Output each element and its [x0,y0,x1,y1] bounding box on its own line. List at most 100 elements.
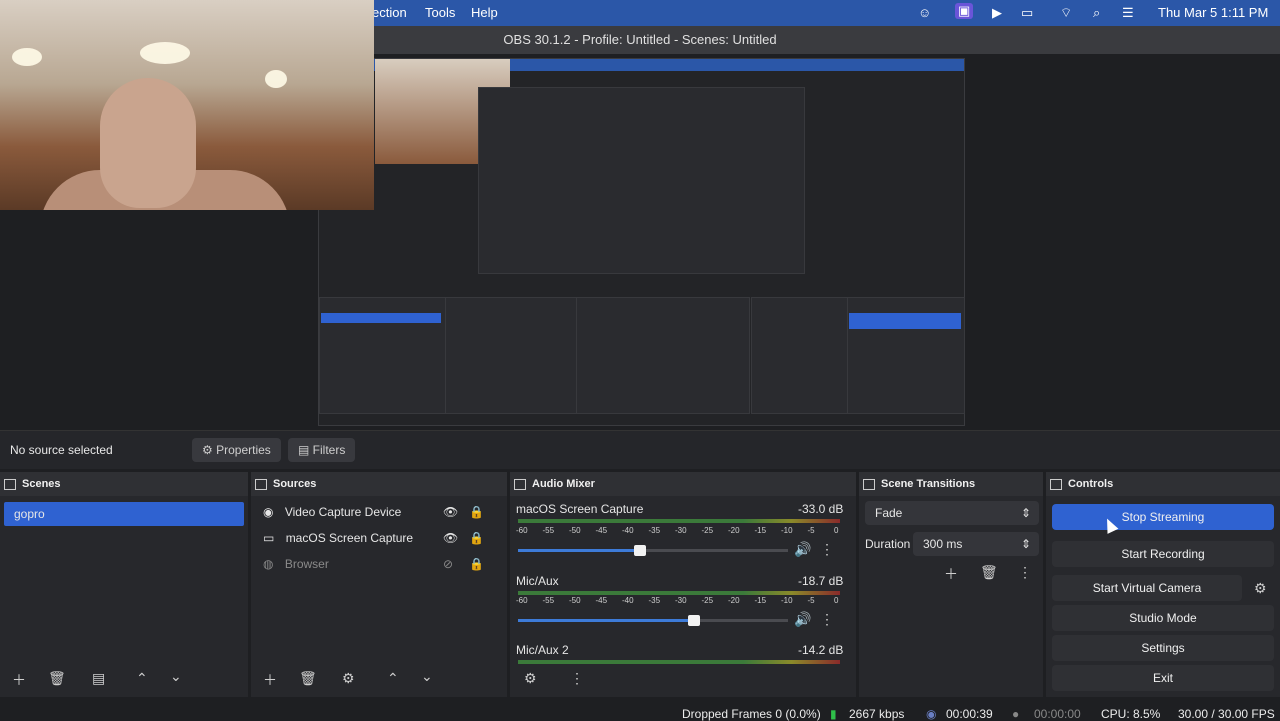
cpu-usage: CPU: 8.5% [1101,707,1161,721]
chevron-up-icon[interactable]: ⌃ [136,670,148,687]
play-icon[interactable]: ▶ [992,5,1002,21]
lock-icon[interactable]: 🔒 [469,531,484,545]
source-item[interactable]: ◉ Video Capture Device 👁 🔒 [263,505,498,519]
settings-button[interactable]: Settings [1052,635,1274,661]
speaker-icon[interactable]: 🔊 [794,611,811,628]
status-bar: Dropped Frames 0 (0.0%) ▮ 2667 kbps ◉ 00… [0,700,1280,721]
user-icon[interactable]: ☺ [918,5,931,20]
scale-tick: -40 [622,596,634,605]
level-meter [518,519,840,523]
scale-tick: -15 [754,596,767,605]
scene-label: gopro [14,507,45,521]
start-recording-button[interactable]: Start Recording [1052,541,1274,567]
duration-label: Duration [865,537,911,551]
gear-icon[interactable]: ⚙ [342,670,355,687]
level-meter [518,591,840,595]
bitrate: 2667 kbps [849,707,905,721]
sources-title: Sources [273,478,317,490]
scale-tick: -5 [807,596,815,605]
preview-nested-capture [318,58,965,426]
volume-slider[interactable] [518,615,788,626]
gear-icon[interactable]: ⚙ [1254,580,1267,597]
scale-tick: -30 [675,526,687,535]
add-icon[interactable]: ＋ [944,564,958,584]
control-center-icon[interactable]: ☰ [1122,5,1134,21]
filter-icon[interactable]: ▤ [92,670,105,687]
audio-mixer-dock: Audio Mixer macOS Screen Capture -33.0 d… [510,472,856,697]
more-icon[interactable]: ⋮ [820,541,834,558]
scale-tick: -45 [595,526,608,535]
scene-item-gopro[interactable]: gopro [4,502,244,526]
scale-tick: -20 [728,596,740,605]
channel-name: Mic/Aux [516,574,559,588]
scale-tick: -60 [516,596,528,605]
speaker-icon[interactable]: 🔊 [794,541,811,558]
scenes-dock: Scenes gopro ＋ 🗑 ▤ ⌃ ⌄ [0,472,248,697]
menu-item-help[interactable]: Help [471,5,498,20]
gear-icon[interactable]: ⚙ [524,670,537,687]
wifi-icon[interactable]: ⌔ [1060,5,1072,21]
controls-header: Controls [1046,472,1280,496]
nested-transitions [751,297,848,414]
source-label: Video Capture Device [284,505,402,519]
stream-time: 00:00:39 [946,707,993,721]
scale-tick: -60 [516,526,528,535]
more-icon[interactable]: ⋮ [1018,564,1032,581]
dock-icon [863,478,875,490]
chevron-down-icon[interactable]: ⌄ [170,668,182,685]
eye-hidden-icon[interactable]: ⊘ [443,557,453,571]
source-status: No source selected [10,443,113,457]
transitions-dock: Scene Transitions Fade ⇕ Duration 300 ms… [859,472,1043,697]
dock-icon [255,478,267,490]
more-icon[interactable]: ⋮ [820,611,834,628]
scale-tick: -20 [728,526,740,535]
chevron-up-icon[interactable]: ⌃ [387,670,399,687]
stop-streaming-button[interactable]: Stop Streaming [1052,504,1274,530]
scale-tick: -30 [675,596,687,605]
nested-mixer [576,297,750,414]
scale-tick: -10 [781,526,793,535]
source-label: Browser [284,557,329,571]
search-icon[interactable]: ⌕ [1093,5,1100,21]
dock-icon [1050,478,1062,490]
battery-icon[interactable]: ▭ [1021,5,1033,21]
filters-button[interactable]: ▤ Filters [288,438,356,462]
transitions-title: Scene Transitions [881,478,976,490]
studio-mode-button[interactable]: Studio Mode [1052,605,1274,631]
lock-icon[interactable]: 🔒 [469,505,484,519]
menubar-clock[interactable]: Thu Mar 5 1:11 PM [1158,5,1268,20]
scale-tick: -50 [569,526,581,535]
ceiling-light [265,70,287,88]
eye-icon[interactable]: 👁 [443,505,458,519]
lock-icon[interactable]: 🔒 [469,557,484,571]
chevron-updown-icon: ⇕ [1020,537,1031,551]
add-icon[interactable]: ＋ [263,670,277,690]
volume-slider[interactable] [518,545,788,556]
chevron-down-icon[interactable]: ⌄ [421,668,433,685]
chevron-updown-icon: ⇕ [1020,506,1031,520]
scale-tick: -50 [569,596,581,605]
properties-button[interactable]: ⚙ Properties [192,438,281,462]
add-icon[interactable]: ＋ [12,670,26,690]
trash-icon[interactable]: 🗑 [299,670,317,687]
dock-icon [4,478,16,490]
menu-item-tools[interactable]: Tools [425,5,455,20]
channel-db: -33.0 dB [798,502,844,516]
menu-item-selection[interactable]: ection [372,5,407,20]
source-toolbar: No source selected ⚙ Properties ▤ Filter… [0,430,1280,469]
eye-icon[interactable]: 👁 [443,531,458,545]
dropped-frames: Dropped Frames 0 (0.0%) [682,707,821,721]
trash-icon[interactable]: 🗑 [48,670,66,687]
scale-tick: -35 [648,526,661,535]
trash-icon[interactable]: 🗑 [980,564,998,581]
source-item[interactable]: ▭ macOS Screen Capture 👁 🔒 [263,531,498,545]
duration-stepper[interactable]: 300 ms ⇕ [913,532,1039,556]
start-virtual-camera-button[interactable]: Start Virtual Camera [1052,575,1242,601]
window-icon[interactable]: ▣ [955,3,974,19]
transition-select[interactable]: Fade ⇕ [865,501,1039,525]
source-item[interactable]: ◍ Browser ⊘ 🔒 [263,557,498,571]
more-icon[interactable]: ⋮ [570,670,584,687]
exit-button[interactable]: Exit [1052,665,1274,691]
stream-icon: ◉ [926,707,937,721]
record-icon: ● [1012,707,1020,721]
